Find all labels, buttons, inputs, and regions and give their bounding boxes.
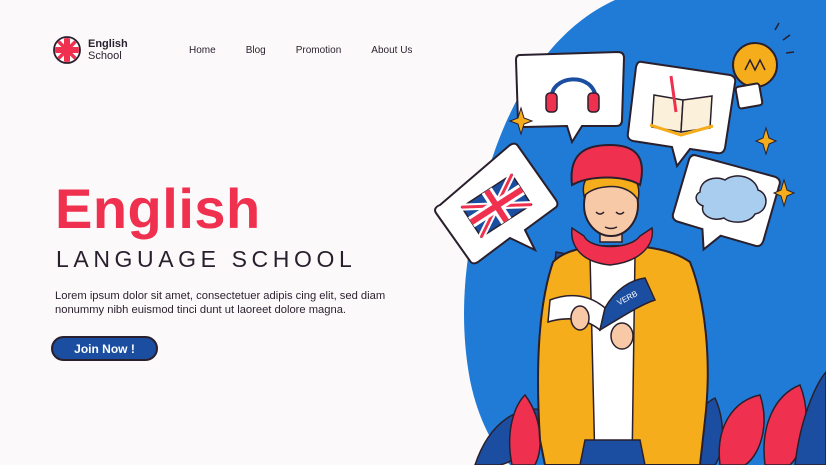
hero-illustration: VERB [434, 0, 826, 465]
